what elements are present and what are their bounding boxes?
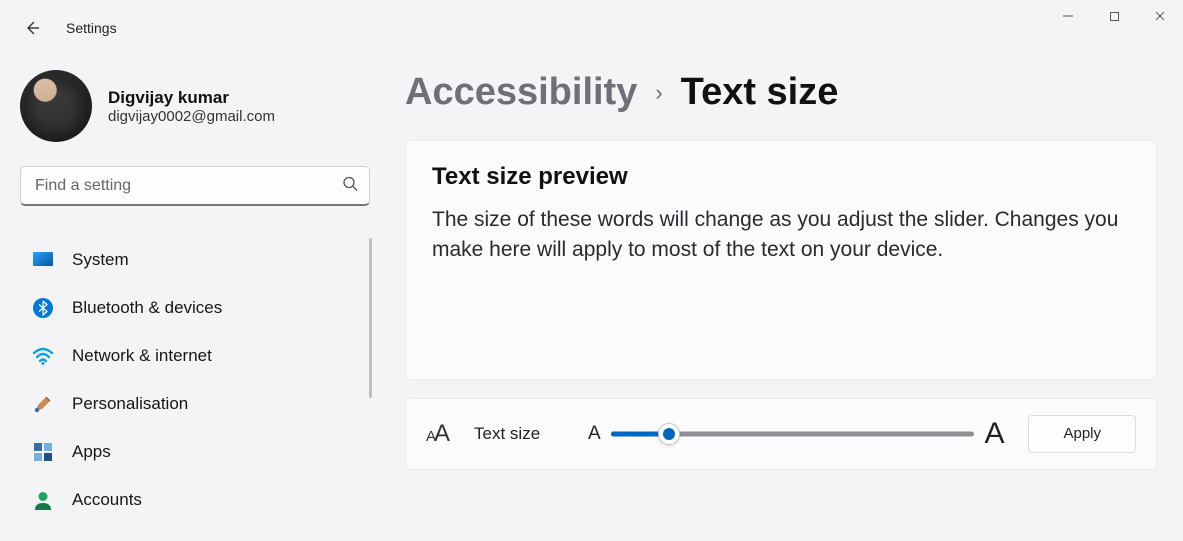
wifi-icon [32,345,54,367]
apply-button[interactable]: Apply [1028,415,1136,453]
apps-icon [32,441,54,463]
sidebar-item-bluetooth[interactable]: Bluetooth & devices [20,284,370,332]
search-icon [342,176,358,197]
back-button[interactable] [22,18,42,38]
slider-thumb[interactable] [658,423,680,445]
sidebar-item-system[interactable]: System [20,236,370,284]
sidebar-item-label: Personalisation [72,394,188,414]
avatar [20,70,92,142]
app-title: Settings [66,20,117,36]
accounts-icon [32,489,54,511]
maximize-button[interactable] [1091,0,1137,32]
scrollbar[interactable] [369,238,372,398]
sidebar-item-accounts[interactable]: Accounts [20,476,370,524]
paintbrush-icon [32,393,54,415]
preview-title: Text size preview [432,163,1130,191]
system-icon [32,249,54,271]
minimize-button[interactable] [1045,0,1091,32]
nav-list: System Bluetooth & devices Network & int… [20,236,370,524]
slider-min-glyph: A [588,423,601,445]
preview-body: The size of these words will change as y… [432,205,1130,265]
close-button[interactable] [1137,0,1183,32]
breadcrumb-parent[interactable]: Accessibility [405,72,637,114]
search-input[interactable] [20,166,370,206]
sidebar-item-network[interactable]: Network & internet [20,332,370,380]
text-size-control: AA Text size A A Apply [405,398,1157,470]
sidebar-item-label: Apps [72,442,111,462]
sidebar-item-label: Network & internet [72,346,212,366]
slider-max-glyph: A [984,417,1004,451]
sidebar-item-label: Accounts [72,490,142,510]
sidebar-item-personalisation[interactable]: Personalisation [20,380,370,428]
page-title: Text size [681,72,839,114]
bluetooth-icon [32,297,54,319]
search-box[interactable] [20,166,370,206]
sidebar-item-label: System [72,250,129,270]
profile-block[interactable]: Digvijay kumar digvijay0002@gmail.com [20,70,370,142]
chevron-right-icon: › [655,81,662,105]
sidebar-item-apps[interactable]: Apps [20,428,370,476]
text-size-icon: AA [426,420,450,448]
breadcrumb: Accessibility › Text size [405,72,1157,114]
profile-email: digvijay0002@gmail.com [108,108,275,125]
profile-name: Digvijay kumar [108,88,275,108]
text-size-slider[interactable] [611,422,975,446]
sidebar-item-label: Bluetooth & devices [72,298,222,318]
slider-label: Text size [474,424,564,444]
preview-card: Text size preview The size of these word… [405,140,1157,380]
